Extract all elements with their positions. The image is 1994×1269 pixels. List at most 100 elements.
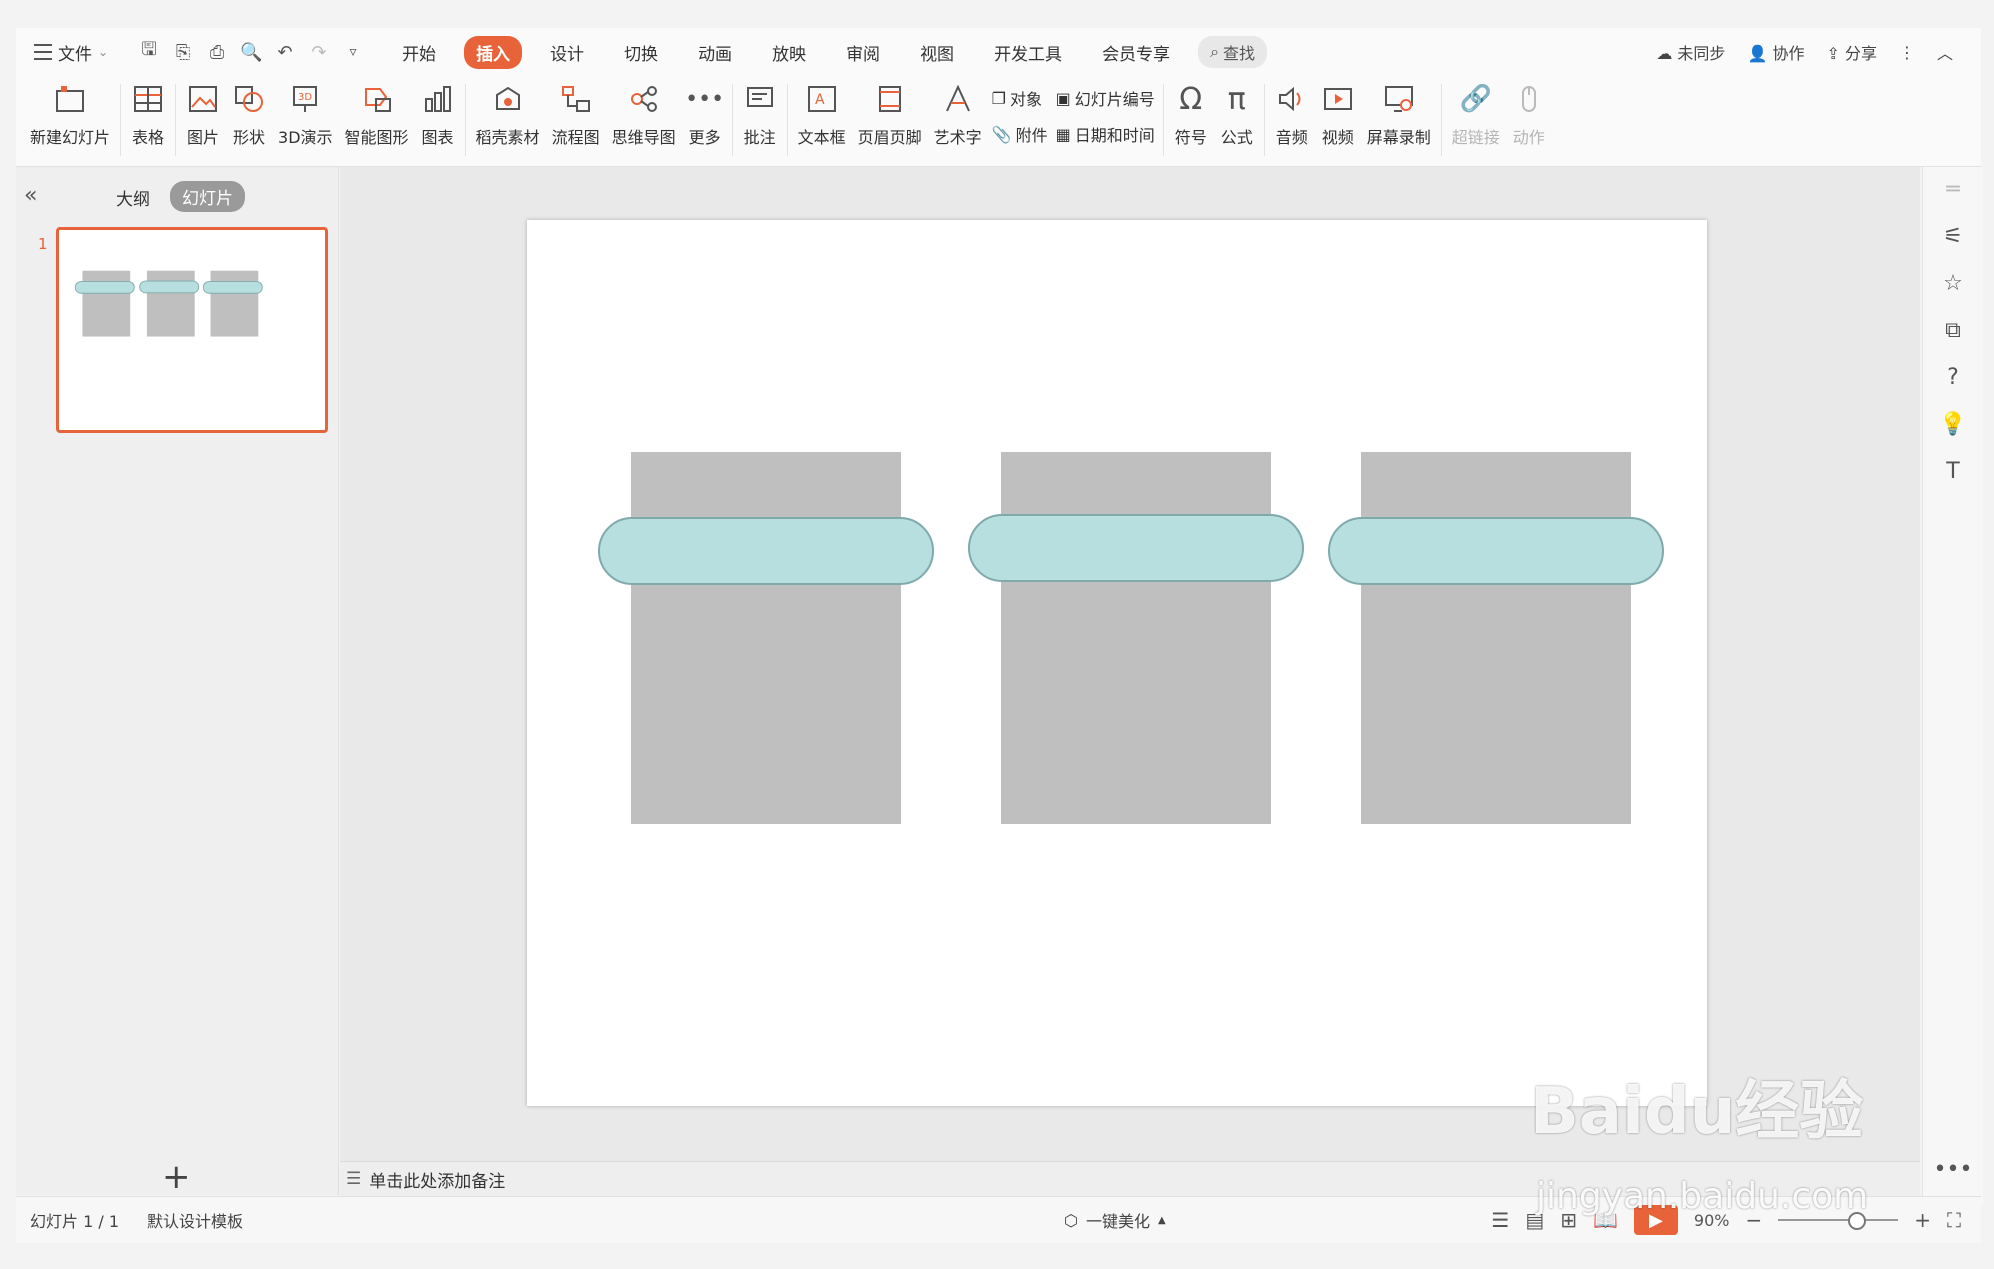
tab-slides[interactable]: 幻灯片	[170, 181, 245, 212]
tab-outline[interactable]: 大纲	[116, 185, 150, 210]
wordart-button[interactable]: 艺术字	[934, 76, 982, 148]
print-preview-icon[interactable]: 🔍	[240, 42, 262, 63]
tab-home[interactable]: 开始	[390, 36, 448, 69]
attachment-button[interactable]: 📎 附件	[992, 122, 1048, 146]
datetime-button[interactable]: ▦ 日期和时间	[1056, 122, 1155, 146]
formula-button[interactable]: π 公式	[1220, 76, 1254, 148]
slide-canvas[interactable]	[527, 220, 1707, 1106]
paperclip-icon: 📎	[991, 124, 1012, 144]
action-button[interactable]: 动作	[1512, 76, 1546, 148]
chart-button[interactable]: 图表	[421, 76, 455, 148]
share-button[interactable]: ⇪ 分享	[1826, 40, 1877, 64]
teal-pill-1[interactable]	[598, 517, 934, 585]
more-button[interactable]: ••• 更多	[685, 76, 724, 148]
datetime-label: 日期和时间	[1074, 126, 1155, 145]
object-button[interactable]: ❐ 对象	[992, 86, 1048, 110]
collapse-handle-icon[interactable]: ═	[1946, 177, 1959, 202]
beautify-button[interactable]: ⬡ 一键美化 ▲	[1064, 1208, 1166, 1232]
template-name[interactable]: 默认设计模板	[147, 1208, 243, 1232]
gray-rectangle-1[interactable]	[631, 452, 901, 824]
insert-misc-group: ❐ 对象 📎 附件	[992, 76, 1048, 146]
gray-rectangle-2[interactable]	[1001, 452, 1271, 824]
thumbnail-preview	[74, 270, 263, 337]
right-sidebar: ═ ⚟ ☆ ⧉ ? 💡 T •••	[1922, 167, 1983, 1205]
copy-frames-icon[interactable]: ⧉	[1945, 318, 1961, 343]
header-footer-button[interactable]: 页眉页脚	[858, 76, 922, 148]
svg-text:A: A	[815, 92, 825, 108]
wordart-label: 艺术字	[933, 128, 982, 147]
cloud-icon: ☁	[1656, 44, 1673, 63]
3d-demo-button[interactable]: 3D 3D演示	[278, 76, 333, 148]
zoom-slider[interactable]	[1778, 1212, 1899, 1230]
collab-button[interactable]: 👤 协作	[1747, 40, 1804, 64]
bulb-icon[interactable]: 💡	[1939, 412, 1966, 437]
text-icon[interactable]: T	[1946, 459, 1959, 484]
slide-number-button[interactable]: ▣ 幻灯片编号	[1056, 86, 1155, 110]
slide-thumbnail[interactable]	[56, 227, 328, 433]
top-right-actions: ☁ 未同步 👤 协作 ⇪ 分享 ⋮ ︿	[1656, 28, 1953, 76]
mindmap-button[interactable]: 思维导图	[612, 76, 676, 148]
screen-record-button[interactable]: 屏幕录制	[1367, 76, 1431, 148]
undo-icon[interactable]: ↶	[274, 42, 296, 63]
vertical-scrollbar[interactable]	[1902, 167, 1916, 1161]
material-button[interactable]: 稻壳素材	[476, 76, 540, 148]
teal-pill-2[interactable]	[968, 514, 1304, 582]
tab-slideshow[interactable]: 放映	[760, 36, 818, 69]
new-slide-icon	[53, 82, 87, 116]
new-slide-button[interactable]: 新建幻灯片	[30, 76, 110, 148]
tab-design[interactable]: 设计	[538, 36, 596, 69]
tab-review[interactable]: 审阅	[834, 36, 892, 69]
hyperlink-button[interactable]: 🔗 超链接	[1452, 76, 1500, 148]
shape-button[interactable]: 形状	[232, 76, 266, 148]
tab-view[interactable]: 视图	[908, 36, 966, 69]
tab-member[interactable]: 会员专享	[1090, 36, 1182, 69]
comment-button[interactable]: 批注	[743, 76, 777, 148]
file-menu[interactable]: 文件 ⌄	[34, 40, 108, 65]
chart-icon	[421, 82, 455, 116]
tab-animation[interactable]: 动画	[686, 36, 744, 69]
sync-button[interactable]: ☁ 未同步	[1656, 40, 1725, 64]
smartart-button[interactable]: 智能图形	[345, 76, 409, 148]
save-icon[interactable]: 🖫	[138, 37, 160, 67]
search-box[interactable]: ⌕ 查找	[1198, 36, 1268, 68]
user-add-icon: 👤	[1747, 44, 1768, 63]
add-slide-icon[interactable]: +	[162, 1157, 191, 1197]
textbox-label: 文本框	[797, 128, 846, 147]
video-button[interactable]: 视频	[1321, 76, 1355, 148]
audio-label: 音频	[1275, 128, 1308, 147]
notes-toggle-icon[interactable]: ☰	[1491, 1208, 1509, 1232]
link-icon: 🔗	[1459, 84, 1492, 114]
audio-button[interactable]: 音频	[1275, 76, 1309, 148]
format-painter-icon[interactable]: ⎘	[172, 42, 194, 63]
mindmap-icon	[627, 82, 661, 116]
more-dots-icon[interactable]: •••	[1934, 1157, 1973, 1182]
tab-transition[interactable]: 切换	[612, 36, 670, 69]
slide-panel: « 大纲 幻灯片 1 +	[16, 167, 339, 1197]
table-button[interactable]: 表格	[131, 76, 165, 148]
customize-icon[interactable]: ▿	[342, 44, 364, 60]
gray-rectangle-3[interactable]	[1361, 452, 1631, 824]
collapse-ribbon-icon[interactable]: ︿	[1937, 40, 1953, 64]
collapse-panel-icon[interactable]: «	[24, 183, 37, 208]
more-label: 更多	[688, 128, 721, 147]
slide-thumb-number: 1	[38, 235, 48, 253]
redo-icon[interactable]: ↷	[308, 42, 330, 63]
more-vertical-icon[interactable]: ⋮	[1899, 43, 1915, 62]
symbol-button[interactable]: Ω 符号	[1174, 76, 1208, 148]
zoom-in-icon[interactable]: +	[1914, 1208, 1931, 1232]
teal-pill-3[interactable]	[1328, 517, 1664, 585]
print-icon[interactable]: ⎙	[206, 42, 228, 63]
flowchart-button[interactable]: 流程图	[552, 76, 600, 148]
omega-icon: Ω	[1179, 81, 1203, 117]
picture-button[interactable]: 图片	[186, 76, 220, 148]
settings-sliders-icon[interactable]: ⚟	[1943, 224, 1963, 249]
fit-window-icon[interactable]: ⛶	[1947, 1208, 1961, 1232]
divider	[1162, 84, 1164, 156]
tab-developer[interactable]: 开发工具	[982, 36, 1074, 69]
star-icon[interactable]: ☆	[1943, 271, 1963, 296]
help-icon[interactable]: ?	[1947, 365, 1959, 390]
textbox-button[interactable]: A 文本框	[798, 76, 846, 148]
divider	[1263, 84, 1265, 156]
panel-tabs: « 大纲 幻灯片	[16, 181, 338, 213]
tab-insert[interactable]: 插入	[464, 35, 523, 69]
